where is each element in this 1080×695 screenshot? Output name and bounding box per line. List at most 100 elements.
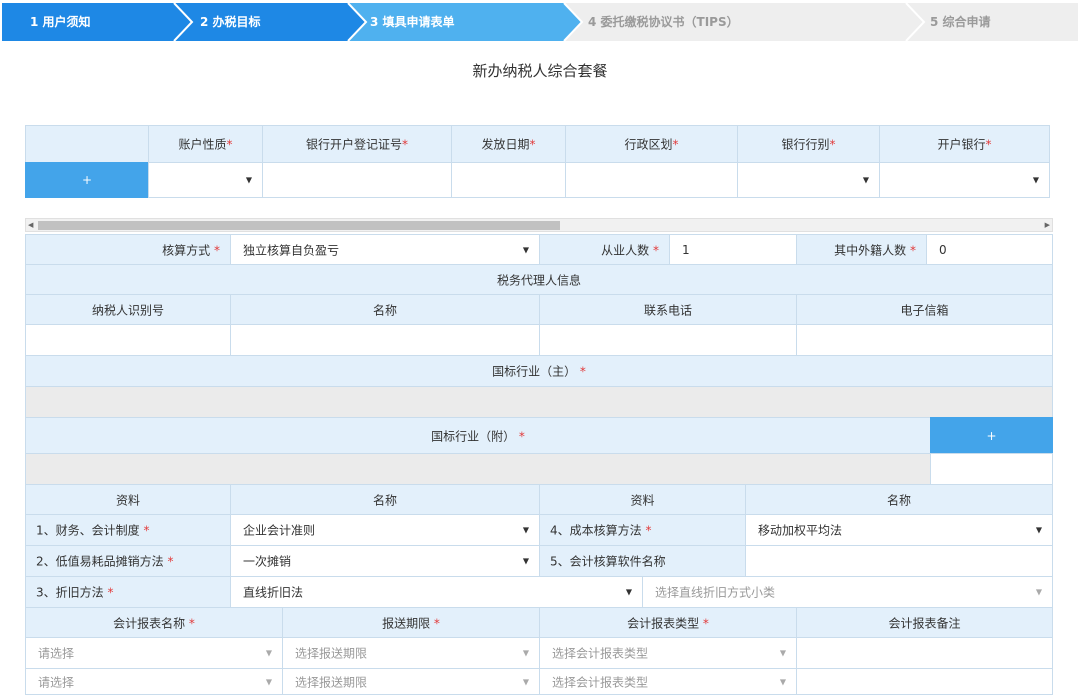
page-title: 新办纳税人综合套餐 (472, 62, 608, 80)
main-industry-field[interactable] (25, 386, 1053, 418)
header-label: 报送期限 (382, 616, 431, 630)
header-label: 名称 (372, 493, 397, 507)
required-mark: * (214, 243, 220, 257)
step-2[interactable]: 2 办税目标 (182, 3, 348, 41)
report-name-placeholder: 请选择 (38, 646, 75, 661)
sub-industry-action-cell (930, 453, 1053, 485)
bank-type-select[interactable]: ▼ (737, 162, 880, 198)
foreign-employees-label: 其中外籍人数 (834, 243, 907, 257)
scrollbar-thumb[interactable] (38, 221, 560, 230)
dropdown-arrow-icon: ▼ (522, 245, 529, 254)
dropdown-arrow-icon: ▼ (522, 677, 529, 686)
bank-header-opening-bank: 开户银行* (879, 125, 1050, 163)
depreciation-subtype-placeholder: 选择直线折旧方式小类 (655, 585, 776, 600)
account-type-select[interactable]: ▼ (148, 162, 263, 198)
depreciation-select[interactable]: 直线折旧法 ▼ (230, 576, 643, 608)
accounting-system-value: 企业会计准则 (243, 523, 316, 538)
report-header-remark: 会计报表备注 (796, 607, 1053, 638)
horizontal-scrollbar[interactable]: ◀ ▶ (25, 218, 1053, 232)
add-bank-row-button[interactable]: + (25, 162, 149, 198)
materials-header-name-right: 名称 (745, 484, 1053, 515)
agent-name-input[interactable] (230, 324, 540, 356)
bank-header-license-no: 银行开户登记证号* (262, 125, 452, 163)
agent-taxpayer-id-input[interactable] (25, 324, 231, 356)
header-label: 行政区划 (624, 137, 673, 152)
report-type-select[interactable]: 选择会计报表类型 ▼ (539, 637, 797, 669)
report-header-name: 会计报表名称 * (25, 607, 283, 638)
report-name-select[interactable]: 请选择 ▼ (25, 637, 283, 669)
tax-agent-section-title: 税务代理人信息 (25, 264, 1053, 295)
add-sub-industry-button[interactable]: + (930, 417, 1053, 454)
opening-bank-select[interactable]: ▼ (879, 162, 1050, 198)
header-label: 电子信箱 (900, 303, 949, 317)
header-label: 账户性质 (178, 137, 227, 152)
employees-value: 1 (682, 242, 690, 257)
header-label: 会计报表类型 (627, 616, 700, 630)
report-header-period: 报送期限 * (282, 607, 540, 638)
header-label: 发放日期 (481, 137, 530, 152)
report-period-placeholder: 选择报送期限 (295, 646, 368, 661)
accounting-method-select[interactable]: 独立核算自负盈亏 ▼ (230, 234, 540, 265)
dropdown-arrow-icon: ▼ (1035, 525, 1042, 535)
add-label: + (81, 173, 93, 187)
report-period-select[interactable]: 选择报送期限 ▼ (282, 637, 540, 669)
agent-email-input[interactable] (796, 324, 1053, 356)
step-5[interactable]: 5 综合申请 (914, 3, 1078, 41)
amortization-select[interactable]: 一次摊销 ▼ (230, 545, 540, 577)
dropdown-arrow-icon: ▼ (779, 648, 786, 658)
tax-agent-title: 税务代理人信息 (496, 273, 581, 287)
report-name-placeholder: 请选择 (38, 675, 75, 689)
required-mark: * (672, 137, 679, 152)
bank-header-bank-type: 银行行别* (737, 125, 880, 163)
foreign-employees-input[interactable]: 0 (926, 234, 1053, 265)
amortization-label: 2、低值易耗品摊销方法 (36, 554, 164, 569)
add-label: + (986, 428, 997, 443)
required-mark: * (985, 137, 992, 152)
license-no-input[interactable] (262, 162, 452, 198)
report-remark-input[interactable] (796, 637, 1053, 669)
agent-header-name: 名称 (230, 294, 540, 325)
depreciation-subtype-select[interactable]: 选择直线折旧方式小类 ▼ (642, 576, 1053, 608)
sub-industry-header: 国标行业（附） * (25, 417, 931, 454)
scroll-right-icon[interactable]: ▶ (1045, 219, 1050, 231)
required-mark: * (653, 243, 659, 257)
depreciation-value: 直线折旧法 (243, 585, 304, 600)
header-label: 联系电话 (643, 303, 692, 317)
accounting-system-select[interactable]: 企业会计准则 ▼ (230, 514, 540, 546)
cost-method-select[interactable]: 移动加权平均法 ▼ (745, 514, 1053, 546)
header-label: 纳税人识别号 (91, 303, 164, 317)
header-label: 银行行别 (781, 137, 830, 152)
issue-date-input[interactable] (451, 162, 566, 198)
sub-industry-field[interactable] (25, 453, 931, 485)
materials-header-item-left: 资料 (25, 484, 231, 515)
header-label: 会计报表名称 (113, 616, 186, 630)
software-name-input[interactable] (745, 545, 1053, 577)
required-mark: * (529, 137, 536, 152)
region-input[interactable] (565, 162, 738, 198)
report-name-select[interactable]: 请选择 ▼ (25, 668, 283, 695)
foreign-employees-label-cell: 其中外籍人数 * (796, 234, 927, 265)
required-mark: * (702, 616, 709, 630)
bank-header-region: 行政区划* (565, 125, 738, 163)
step-4[interactable]: 4 委托缴税协议书（TIPS） (572, 3, 906, 41)
employees-input[interactable]: 1 (669, 234, 797, 265)
step-3-label: 3 填具申请表单 (370, 15, 455, 29)
header-label: 银行开户登记证号 (305, 137, 402, 152)
dropdown-arrow-icon: ▼ (625, 587, 632, 597)
agent-header-phone: 联系电话 (539, 294, 797, 325)
accounting-method-value: 独立核算自负盈亏 (243, 243, 340, 257)
depreciation-label: 3、折旧方法 (36, 585, 104, 600)
step-3[interactable]: 3 填具申请表单 (356, 3, 564, 41)
report-remark-input[interactable] (796, 668, 1053, 695)
software-name-label: 5、会计核算软件名称 (550, 554, 666, 569)
scroll-left-icon[interactable]: ◀ (28, 219, 33, 231)
required-mark: * (433, 616, 440, 630)
cost-method-label-cell: 4、成本核算方法 * (539, 514, 746, 546)
agent-phone-input[interactable] (539, 324, 797, 356)
required-mark: * (226, 137, 233, 152)
step-1[interactable]: 1 用户须知 (2, 3, 174, 41)
report-type-select[interactable]: 选择会计报表类型 ▼ (539, 668, 797, 695)
report-period-select[interactable]: 选择报送期限 ▼ (282, 668, 540, 695)
cost-method-label: 4、成本核算方法 (550, 523, 642, 538)
main-industry-label: 国标行业（主） (492, 364, 577, 379)
